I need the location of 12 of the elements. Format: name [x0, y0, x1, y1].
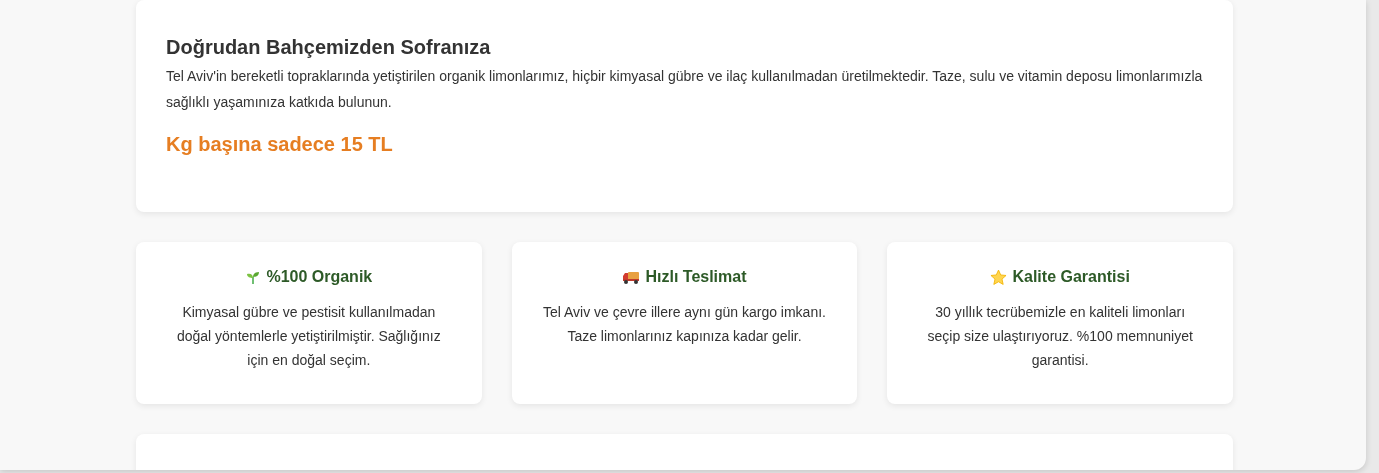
price-text: Kg başına sadece 15 TL — [166, 133, 394, 156]
feature-title: Kalite Garantisi — [1012, 268, 1130, 286]
description-text: Tel Aviv'in bereketli topraklarında yetiştirilen organik limonlarımız, hiçbir kimyasal gübre ve ilaç kullanılmadan üretilmektedir. Taze, sulu ve vitamin deposu limonlarımızla sağlıklı yaşamınıza katkıda bulunun. — [166, 67, 1203, 112]
feature-text: Tel Aviv ve çevre illere aynı gün kargo imkanı. Taze limonlarınız kapınıza kadar gelir. — [542, 303, 827, 346]
truck-icon — [622, 269, 641, 285]
feature-title: %100 Organik — [266, 268, 373, 286]
sprout-icon — [245, 269, 262, 285]
feature-title: Hızlı Teslimat — [645, 268, 747, 286]
section-title: Doğrudan Bahçemizden Sofranıza — [166, 36, 492, 59]
feature-text: Kimyasal gübre ve pestisit kullanılmadan doğal yöntemlerle yetiştirilmiştir. Sağlığınız için en doğal seçim. — [175, 303, 442, 370]
star-icon — [990, 268, 1008, 286]
feature-text: 30 yıllık tecrübemizle en kaliteli limonları seçip size ulaştırıyoruz. %100 memnuniyet garantisi. — [926, 303, 1194, 370]
